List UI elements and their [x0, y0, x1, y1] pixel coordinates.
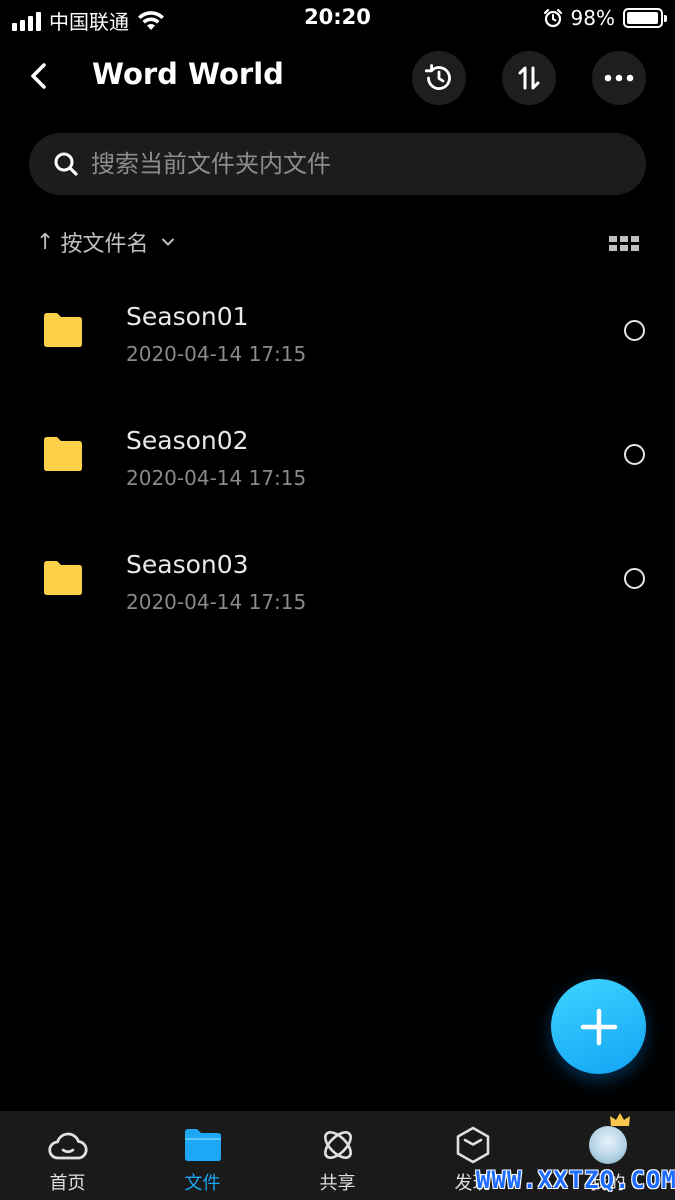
folder-icon — [184, 1129, 221, 1161]
atom-icon — [323, 1131, 352, 1159]
cloud-icon — [47, 1132, 88, 1160]
nav-item-files[interactable]: 文件 — [135, 1111, 270, 1200]
status-bar: 中国联通 20:20 98% — [0, 0, 675, 36]
history-icon — [424, 64, 451, 90]
plus-icon — [580, 1008, 617, 1045]
header: Word World — [0, 44, 675, 108]
battery-fill — [627, 12, 659, 24]
file-date: 2020-04-14 17:15 — [126, 466, 307, 490]
battery-percent: 98% — [570, 6, 615, 30]
watermark: WWW.XXTZQ.COM — [476, 1166, 675, 1194]
nav-item-share[interactable]: 共享 — [270, 1111, 405, 1200]
avatar — [588, 1113, 630, 1164]
add-button[interactable] — [551, 979, 646, 1074]
list-item[interactable]: Season03 2020-04-14 17:15 — [0, 518, 675, 642]
crown-icon — [609, 1113, 630, 1126]
select-checkbox[interactable] — [624, 320, 645, 341]
transfer-arrows-icon — [518, 66, 540, 90]
sort-selector[interactable]: ↑ 按文件名 — [36, 226, 176, 258]
list-item[interactable]: Season01 2020-04-14 17:15 — [0, 270, 675, 394]
search-input[interactable] — [91, 133, 631, 195]
back-chevron-icon — [31, 63, 46, 89]
page-title: Word World — [92, 57, 284, 91]
chevron-down-icon — [162, 238, 175, 246]
folder-icon — [44, 561, 82, 595]
screen: 中国联通 20:20 98% Word World 搜索当前文件夹内文件 ↑ 按… — [0, 0, 675, 1200]
select-checkbox[interactable] — [624, 568, 645, 589]
sort-label: 按文件名 — [60, 232, 149, 257]
battery-icon — [623, 8, 667, 28]
status-right: 98% — [543, 6, 667, 30]
select-checkbox[interactable] — [624, 444, 645, 465]
transfer-button[interactable] — [502, 51, 556, 105]
alarm-icon — [543, 8, 562, 28]
back-button[interactable] — [22, 58, 58, 94]
folder-icon — [44, 437, 82, 471]
history-button[interactable] — [412, 51, 466, 105]
hexagon-box-icon — [456, 1126, 489, 1164]
nav-label: 共享 — [319, 1173, 356, 1194]
grid-view-icon[interactable] — [606, 228, 642, 258]
search-box[interactable] — [29, 133, 646, 195]
search-icon — [54, 152, 78, 176]
file-date: 2020-04-14 17:15 — [126, 590, 307, 614]
file-name: Season02 — [126, 426, 249, 455]
file-list: Season01 2020-04-14 17:15 Season02 2020-… — [0, 270, 675, 642]
file-name: Season01 — [126, 302, 249, 331]
list-item[interactable]: Season02 2020-04-14 17:15 — [0, 394, 675, 518]
file-date: 2020-04-14 17:15 — [126, 342, 307, 366]
file-name: Season03 — [126, 550, 249, 579]
more-button[interactable] — [592, 51, 646, 105]
sort-direction-arrow: ↑ — [36, 229, 55, 255]
nav-label: 文件 — [184, 1173, 221, 1194]
nav-item-home[interactable]: 首页 — [0, 1111, 135, 1200]
nav-label: 首页 — [49, 1173, 86, 1194]
more-dots-icon — [604, 74, 634, 82]
folder-icon — [44, 313, 82, 347]
